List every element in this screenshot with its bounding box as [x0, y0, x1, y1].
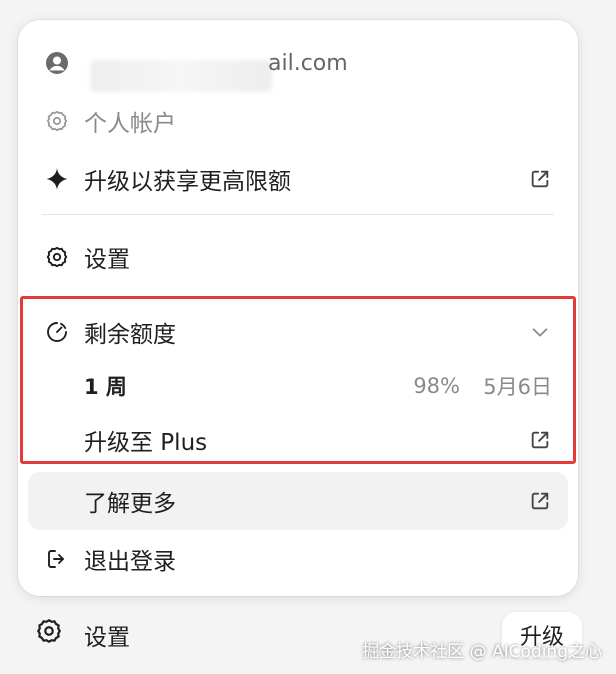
personal-account-row: 个人帐户 [18, 92, 578, 150]
upgrade-plus-label: 升级至 Plus [84, 430, 208, 456]
learn-more-item[interactable]: 了解更多 [18, 472, 578, 530]
logout-item[interactable]: 退出登录 [18, 530, 578, 588]
upgrade-limits-item[interactable]: 升级以获享更高限额 [18, 150, 578, 208]
account-menu: ail.com 个人帐户 升级以获享更高限额 设置 剩余额度 1 周 98% 5… [18, 20, 578, 596]
logout-label: 退出登录 [84, 549, 176, 575]
settings-label: 设置 [84, 247, 130, 273]
learn-more-label: 了解更多 [84, 491, 176, 517]
settings-item[interactable]: 设置 [18, 228, 578, 286]
gear-outline-icon [44, 108, 70, 134]
personal-account-label: 个人帐户 [84, 111, 176, 137]
gear-icon [44, 244, 70, 270]
upgrade-limits-label: 升级以获享更高限额 [84, 169, 291, 195]
external-link-icon [528, 167, 552, 191]
account-email-row: ail.com [18, 34, 578, 92]
user-icon [44, 50, 70, 76]
usage-reset-date: 5月6日 [483, 375, 552, 399]
sparkle-icon [44, 166, 70, 192]
remaining-quota-label: 剩余额度 [84, 322, 176, 348]
upgrade-plus-item[interactable]: 升级至 Plus [18, 411, 578, 469]
usage-percent: 98% [413, 374, 460, 398]
external-link-icon [528, 428, 552, 452]
remaining-quota-toggle[interactable]: 剩余额度 [18, 303, 578, 361]
external-link-icon [528, 489, 552, 513]
usage-period: 1 周 [84, 375, 127, 399]
email-redacted [90, 60, 272, 92]
watermark: 掘金技术社区 @ AICoding之心 [362, 642, 602, 662]
menu-divider [42, 214, 554, 215]
usage-row-week: 1 周 98% 5月6日 [18, 357, 578, 415]
logout-icon [44, 546, 70, 572]
gear-icon [34, 616, 64, 646]
bottom-settings-button[interactable]: 设置 [84, 618, 130, 652]
account-email: ail.com [268, 50, 348, 76]
chevron-down-icon [528, 320, 552, 344]
gauge-icon [44, 319, 70, 345]
